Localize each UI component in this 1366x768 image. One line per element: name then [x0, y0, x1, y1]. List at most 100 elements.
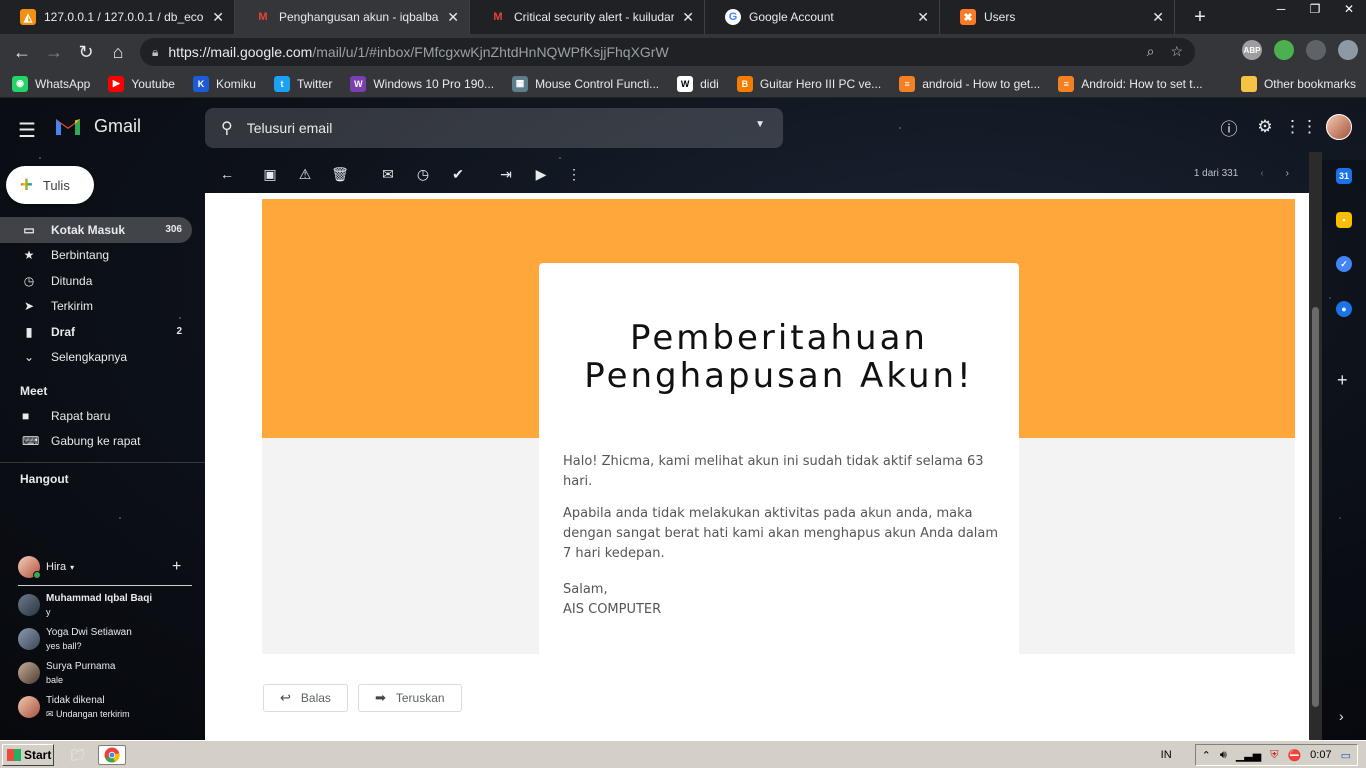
- restore-button[interactable]: ❐: [1298, 0, 1332, 18]
- new-tab-button[interactable]: +: [1185, 0, 1215, 34]
- help-icon[interactable]: ⓘ: [1218, 116, 1240, 139]
- forward-button[interactable]: ➡ Teruskan: [357, 684, 462, 712]
- home-icon[interactable]: ⌂: [102, 36, 134, 68]
- start-button[interactable]: Start: [2, 744, 54, 766]
- new-chat-plus-icon[interactable]: +: [172, 558, 181, 576]
- calendar-icon[interactable]: 31: [1336, 168, 1352, 184]
- report-spam-icon[interactable]: ⚠: [295, 166, 315, 183]
- apps-grid-icon[interactable]: ⋮⋮: [1284, 116, 1318, 138]
- reply-button[interactable]: ↩ Balas: [263, 684, 348, 712]
- sidebar-item[interactable]: ★ Berbintang: [0, 243, 192, 269]
- network-icon[interactable]: ⛔: [1287, 749, 1301, 762]
- extension-icon[interactable]: [1274, 40, 1294, 60]
- bookmark-item[interactable]: B Guitar Hero III PC ve...: [736, 75, 881, 92]
- browser-tab[interactable]: ✖ Users ✕: [940, 0, 1175, 34]
- archive-icon[interactable]: ▣: [260, 166, 280, 183]
- settings-gear-icon[interactable]: ⚙: [1254, 116, 1276, 138]
- message-scrollbar[interactable]: [1309, 152, 1322, 740]
- contacts-icon[interactable]: ●: [1336, 301, 1352, 317]
- zoom-icon[interactable]: ⌕: [1147, 43, 1155, 60]
- bookmark-item[interactable]: ▦ Mouse Control Functi...: [512, 75, 659, 92]
- minimize-button[interactable]: ─: [1264, 0, 1298, 18]
- hangout-me[interactable]: Hira ▾: [18, 556, 74, 579]
- sidebar-item[interactable]: ➤ Terkirim: [0, 294, 192, 320]
- browser-toolbar: ← → ↻ ⌂ 🔒︎ https://mail.google.com/mail/…: [0, 34, 1366, 70]
- mark-unread-icon[interactable]: ✉: [378, 166, 398, 183]
- sidebar-item[interactable]: ▮ Draf 2: [0, 319, 192, 345]
- close-tab-icon[interactable]: ✕: [917, 9, 929, 26]
- bookmark-item[interactable]: ▶ Youtube: [108, 75, 175, 92]
- other-bookmarks[interactable]: Other bookmarks: [1240, 76, 1356, 92]
- close-tab-icon[interactable]: ✕: [1152, 9, 1164, 26]
- account-avatar[interactable]: [1326, 114, 1352, 140]
- star-icon: ★: [23, 248, 35, 263]
- add-task-icon[interactable]: ✔: [448, 166, 468, 183]
- meet-section-title: Meet: [20, 384, 48, 398]
- show-desktop-icon[interactable]: ▭: [1341, 749, 1351, 762]
- extension-icon[interactable]: [1338, 40, 1358, 60]
- back-to-inbox-icon[interactable]: ←: [217, 166, 237, 182]
- compose-button[interactable]: + Tulis: [6, 166, 94, 204]
- search-options-icon[interactable]: ▼: [755, 119, 765, 130]
- tasks-icon[interactable]: ✓: [1336, 256, 1352, 272]
- expand-panel-icon[interactable]: ›: [1339, 708, 1344, 724]
- bookmark-item[interactable]: ≡ android - How to get...: [899, 75, 1040, 92]
- chrome-taskbar-icon[interactable]: [98, 745, 126, 765]
- back-icon[interactable]: ←: [6, 36, 38, 68]
- file-explorer-icon[interactable]: 📁︎: [68, 745, 88, 765]
- close-tab-icon[interactable]: ✕: [682, 9, 694, 26]
- url-path: /mail/u/1/#inbox/FMfcgxwKjnZhtdHnNQWPfKs…: [312, 44, 669, 60]
- browser-tab[interactable]: M Penghangusan akun - iqbalbaqiag@ ✕: [235, 0, 470, 34]
- hangout-contact[interactable]: Muhammad Iqbal Baqi y: [18, 592, 152, 619]
- join-meeting-link[interactable]: ⌨ Gabung ke rapat: [22, 434, 140, 448]
- close-tab-icon[interactable]: ✕: [212, 9, 224, 26]
- bookmark-item[interactable]: ≡ Android: How to set t...: [1058, 75, 1203, 92]
- clock[interactable]: 0:07: [1310, 749, 1331, 761]
- move-to-icon[interactable]: ⇥: [496, 166, 516, 183]
- older-chevron-icon[interactable]: ›: [1286, 168, 1289, 179]
- browser-tab[interactable]: G Google Account ✕: [705, 0, 940, 34]
- more-options-icon[interactable]: ⋮: [564, 166, 584, 183]
- forward-arrow-icon: ➡: [374, 690, 386, 705]
- search-input[interactable]: [246, 120, 727, 136]
- close-tab-icon[interactable]: ✕: [447, 9, 459, 26]
- gmail-logo[interactable]: Gmail: [54, 115, 141, 137]
- extension-icon[interactable]: [1306, 40, 1326, 60]
- hangout-contact[interactable]: Tidak dikenal ✉ Undangan terkirim: [18, 694, 130, 721]
- forward-icon[interactable]: →: [38, 36, 70, 68]
- reload-icon[interactable]: ↻: [70, 36, 102, 68]
- newer-chevron-icon[interactable]: ‹: [1260, 168, 1263, 179]
- sidebar-item[interactable]: ◷ Ditunda: [0, 268, 192, 294]
- snooze-icon[interactable]: ◷: [413, 166, 433, 183]
- address-bar[interactable]: 🔒︎ https://mail.google.com/mail/u/1/#inb…: [140, 38, 1195, 66]
- browser-tab[interactable]: ◭ 127.0.0.1 / 127.0.0.1 / db_ecommerce ✕: [0, 0, 235, 34]
- signal-icon[interactable]: ▁▃▅: [1236, 749, 1261, 762]
- unread-count: 306: [165, 224, 182, 236]
- search-icon[interactable]: ⚲: [221, 118, 233, 138]
- language-indicator[interactable]: IN: [1161, 749, 1172, 761]
- close-window-button[interactable]: ✕: [1332, 0, 1366, 18]
- bookmark-item[interactable]: K Komiku: [192, 75, 256, 92]
- keep-icon[interactable]: ▪: [1336, 212, 1352, 228]
- reply-arrow-icon: ↩: [280, 690, 291, 705]
- hangout-contact[interactable]: Surya Purnama bale: [18, 660, 115, 687]
- volume-icon[interactable]: 🔊︎: [1220, 749, 1227, 762]
- menu-icon[interactable]: ☰: [18, 118, 36, 143]
- delete-icon[interactable]: 🗑︎: [330, 166, 350, 183]
- label-icon[interactable]: ▶: [531, 166, 551, 183]
- bookmark-item[interactable]: ◉ WhatsApp: [12, 75, 90, 92]
- bookmark-star-icon[interactable]: ☆: [1170, 43, 1183, 60]
- sidebar-item[interactable]: ⌄ Selengkapnya: [0, 345, 192, 371]
- bookmark-item[interactable]: W didi: [677, 75, 719, 92]
- status-dropdown-icon[interactable]: ▾: [70, 563, 74, 572]
- security-icon[interactable]: ⛨: [1270, 749, 1278, 762]
- add-addon-icon[interactable]: +: [1337, 370, 1348, 391]
- bookmark-item[interactable]: W Windows 10 Pro 190...: [350, 75, 494, 92]
- tray-expand-icon[interactable]: ⌃: [1202, 749, 1211, 762]
- adblock-extension-icon[interactable]: ABP: [1242, 40, 1262, 60]
- sidebar-item[interactable]: ▭ Kotak Masuk 306: [0, 217, 192, 243]
- new-meeting-link[interactable]: ■ Rapat baru: [22, 409, 110, 423]
- hangout-contact[interactable]: Yoga Dwi Setiawan yes ball?: [18, 626, 132, 653]
- bookmark-item[interactable]: t Twitter: [273, 75, 332, 92]
- browser-tab[interactable]: M Critical security alert - kuiludarasel…: [470, 0, 705, 34]
